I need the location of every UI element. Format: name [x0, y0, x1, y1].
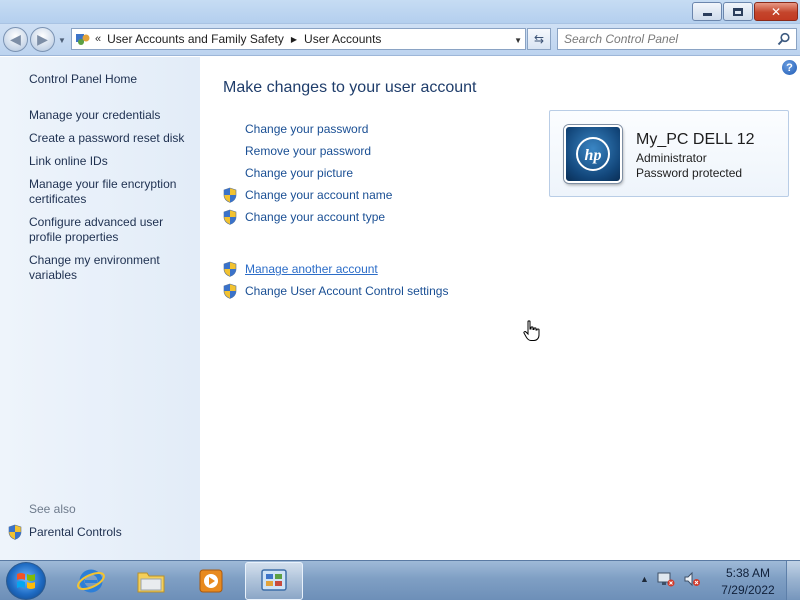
- uac-shield-icon: [222, 261, 238, 277]
- breadcrumb-user-accounts-family-safety[interactable]: User Accounts and Family Safety: [107, 32, 284, 46]
- show-desktop-button[interactable]: [786, 561, 800, 600]
- back-arrow-icon: ◀: [10, 31, 21, 47]
- svg-text:hp: hp: [585, 147, 602, 164]
- restore-button[interactable]: [723, 2, 753, 21]
- sidebar: Control Panel Home Manage your credentia…: [0, 57, 200, 560]
- show-hidden-icons-button[interactable]: ▲: [640, 574, 649, 584]
- title-bar: ✕: [0, 0, 800, 24]
- refresh-icon: ⇆: [533, 32, 545, 46]
- change-picture-link[interactable]: Change your picture: [245, 166, 353, 180]
- search-box[interactable]: [557, 28, 797, 50]
- search-input[interactable]: [564, 29, 769, 49]
- task-item: Change your picture: [222, 162, 522, 184]
- change-account-type-link[interactable]: Change your account type: [245, 210, 385, 224]
- media-player-icon: [199, 569, 223, 593]
- taskbar-control-panel[interactable]: [245, 562, 303, 600]
- window-controls: ✕: [692, 2, 798, 21]
- back-button[interactable]: ◀: [3, 27, 28, 52]
- sidebar-task-list: Manage your credentials Create a passwor…: [29, 108, 194, 291]
- clock[interactable]: 5:38 AM 7/29/2022: [712, 565, 784, 599]
- minimize-button[interactable]: [692, 2, 722, 21]
- task-item: Manage another account: [222, 258, 522, 280]
- account-password-status: Password protected: [636, 166, 743, 180]
- clock-date: 7/29/2022: [721, 583, 775, 597]
- breadcrumb-arrow-icon[interactable]: ▶: [291, 35, 297, 44]
- forward-button[interactable]: ▶: [30, 27, 55, 52]
- forward-arrow-icon: ▶: [37, 31, 48, 47]
- restore-icon: [733, 7, 743, 16]
- manage-another-account-link[interactable]: Manage another account: [245, 262, 378, 276]
- task-item: Change User Account Control settings: [222, 280, 522, 302]
- sidebar-item-profile-properties[interactable]: Configure advanced user profile properti…: [29, 215, 194, 245]
- volume-muted-icon[interactable]: [683, 571, 701, 587]
- sidebar-item-environment-variables[interactable]: Change my environment variables: [29, 253, 194, 283]
- sidebar-item-link-online-ids[interactable]: Link online IDs: [29, 154, 194, 169]
- uac-settings-link[interactable]: Change User Account Control settings: [245, 284, 448, 298]
- uac-shield-icon: [8, 524, 22, 540]
- sidebar-item-file-encryption[interactable]: Manage your file encryption certificates: [29, 177, 194, 207]
- network-error-icon[interactable]: [657, 571, 675, 587]
- control-panel-icon: [261, 569, 287, 591]
- close-button[interactable]: ✕: [754, 2, 798, 21]
- task-spacer: [222, 228, 522, 258]
- recent-pages-dropdown[interactable]: ▼: [58, 36, 66, 45]
- breadcrumb-user-accounts[interactable]: User Accounts: [304, 32, 381, 46]
- control-panel-icon: [75, 32, 91, 46]
- remove-password-link[interactable]: Remove your password: [245, 144, 371, 158]
- start-button[interactable]: [6, 562, 46, 600]
- sidebar-item-password-reset-disk[interactable]: Create a password reset disk: [29, 131, 194, 146]
- account-card: hp My_PC DELL 12 Administrator Password …: [549, 110, 789, 197]
- task-item: Change your account name: [222, 184, 522, 206]
- change-account-name-link[interactable]: Change your account name: [245, 188, 392, 202]
- page-title: Make changes to your user account: [223, 79, 477, 96]
- close-icon: ✕: [770, 4, 782, 19]
- task-item: Change your account type: [222, 206, 522, 228]
- help-icon[interactable]: ?: [782, 60, 797, 75]
- uac-shield-icon: [222, 209, 238, 225]
- uac-shield-icon: [222, 283, 238, 299]
- address-dropdown-icon[interactable]: ▼: [514, 36, 522, 45]
- uac-shield-icon: [222, 187, 238, 203]
- internet-explorer-icon: [77, 569, 105, 593]
- search-icon[interactable]: [777, 32, 791, 46]
- minimize-icon: [702, 13, 712, 16]
- task-item: Remove your password: [222, 140, 522, 162]
- clock-time: 5:38 AM: [725, 566, 771, 580]
- account-role: Administrator: [636, 151, 707, 165]
- see-also-heading: See also: [29, 502, 76, 516]
- taskbar-internet-explorer[interactable]: [62, 562, 120, 600]
- folder-icon: [137, 572, 165, 593]
- notification-area: ▲: [640, 571, 701, 587]
- address-box[interactable]: « User Accounts and Family Safety ▶ User…: [71, 28, 526, 50]
- taskbar-media-player[interactable]: [182, 562, 240, 600]
- refresh-button[interactable]: ⇆: [527, 28, 551, 50]
- account-name: My_PC DELL 12: [636, 131, 755, 148]
- sidebar-item-manage-credentials[interactable]: Manage your credentials: [29, 108, 194, 123]
- account-task-list: Change your password Remove your passwor…: [222, 118, 522, 302]
- parental-controls-label: Parental Controls: [29, 525, 122, 539]
- windows-logo-icon: [17, 573, 35, 589]
- taskbar: ▲ 5:38 AM 7/29/2022: [0, 560, 800, 600]
- hp-logo-icon: hp: [576, 137, 610, 171]
- taskbar-windows-explorer[interactable]: [122, 562, 180, 600]
- hand-cursor-icon: [523, 320, 540, 341]
- change-password-link[interactable]: Change your password: [245, 122, 368, 136]
- address-bar: ◀ ▶ ▼ « User Accounts and Family Safety …: [0, 24, 800, 56]
- main-content: ? Make changes to your user account Chan…: [200, 57, 800, 560]
- parental-controls-link[interactable]: Parental Controls: [7, 524, 122, 540]
- task-item: Change your password: [222, 118, 522, 140]
- breadcrumb-overflow[interactable]: «: [95, 33, 101, 45]
- control-panel-home-link[interactable]: Control Panel Home: [29, 72, 137, 86]
- account-picture: hp: [564, 125, 622, 183]
